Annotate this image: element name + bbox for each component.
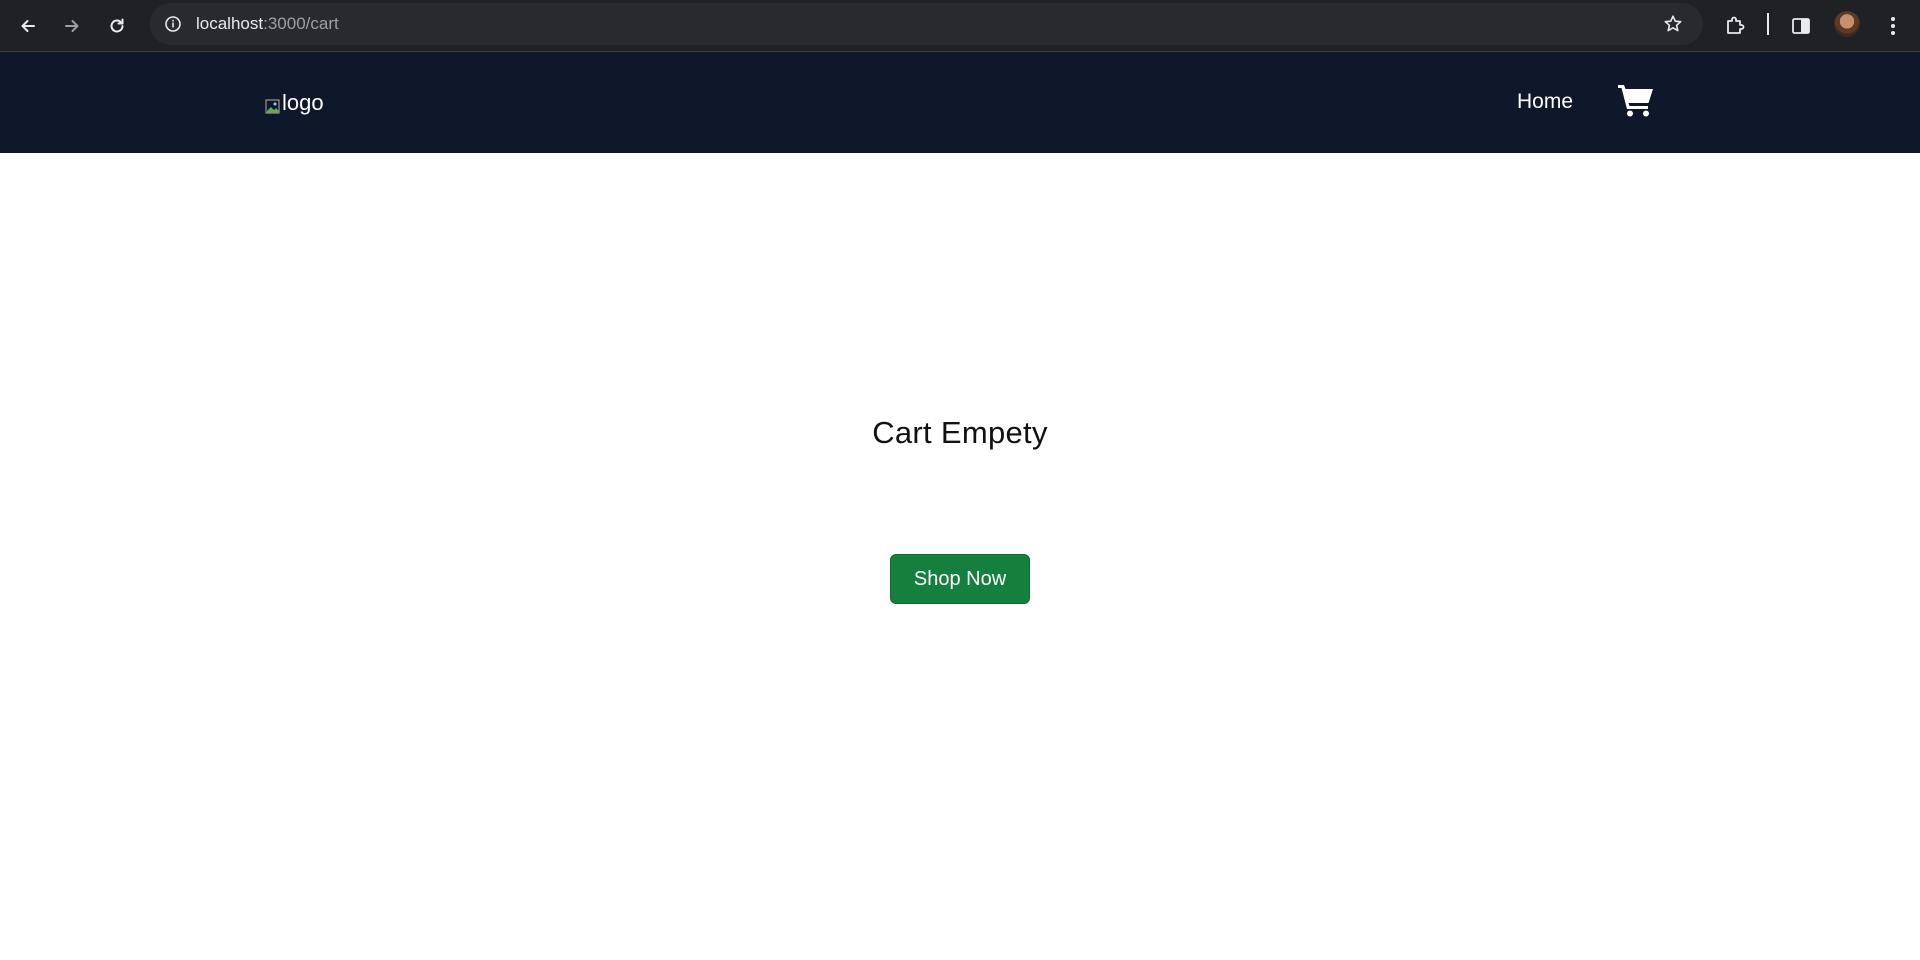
broken-image-icon bbox=[265, 95, 281, 114]
logo-alt-text: logo bbox=[282, 90, 324, 115]
site-header: logo Home bbox=[0, 52, 1920, 153]
extensions-icon[interactable] bbox=[1717, 8, 1753, 44]
star-icon[interactable] bbox=[1661, 12, 1685, 36]
url-path: :3000/cart bbox=[263, 14, 339, 33]
side-panel-icon[interactable] bbox=[1783, 8, 1819, 44]
toolbar-separator bbox=[1767, 13, 1769, 35]
shop-now-button[interactable]: Shop Now bbox=[890, 554, 1030, 604]
browser-toolbar: localhost:3000/cart bbox=[0, 0, 1920, 52]
back-arrow-icon bbox=[21, 20, 35, 32]
profile-avatar[interactable] bbox=[1834, 11, 1860, 37]
forward-arrow-icon bbox=[65, 20, 79, 32]
empty-cart-message: Cart Empety bbox=[872, 415, 1048, 450]
reload-icon bbox=[110, 18, 124, 33]
back-button[interactable] bbox=[10, 8, 46, 44]
logo[interactable]: logo bbox=[265, 88, 324, 118]
forward-button[interactable] bbox=[54, 8, 90, 44]
url-text[interactable]: localhost:3000/cart bbox=[196, 14, 339, 34]
url-host: localhost bbox=[196, 14, 264, 33]
cart-page: Cart Empety Shop Now bbox=[0, 153, 1920, 960]
shopping-cart-icon[interactable] bbox=[1617, 82, 1655, 120]
more-menu-icon[interactable] bbox=[1875, 8, 1911, 44]
nav-home-link[interactable]: Home bbox=[1517, 90, 1573, 114]
address-bar[interactable]: localhost:3000/cart bbox=[150, 3, 1703, 45]
site-info-icon[interactable] bbox=[161, 12, 185, 36]
reload-button[interactable] bbox=[99, 8, 135, 44]
